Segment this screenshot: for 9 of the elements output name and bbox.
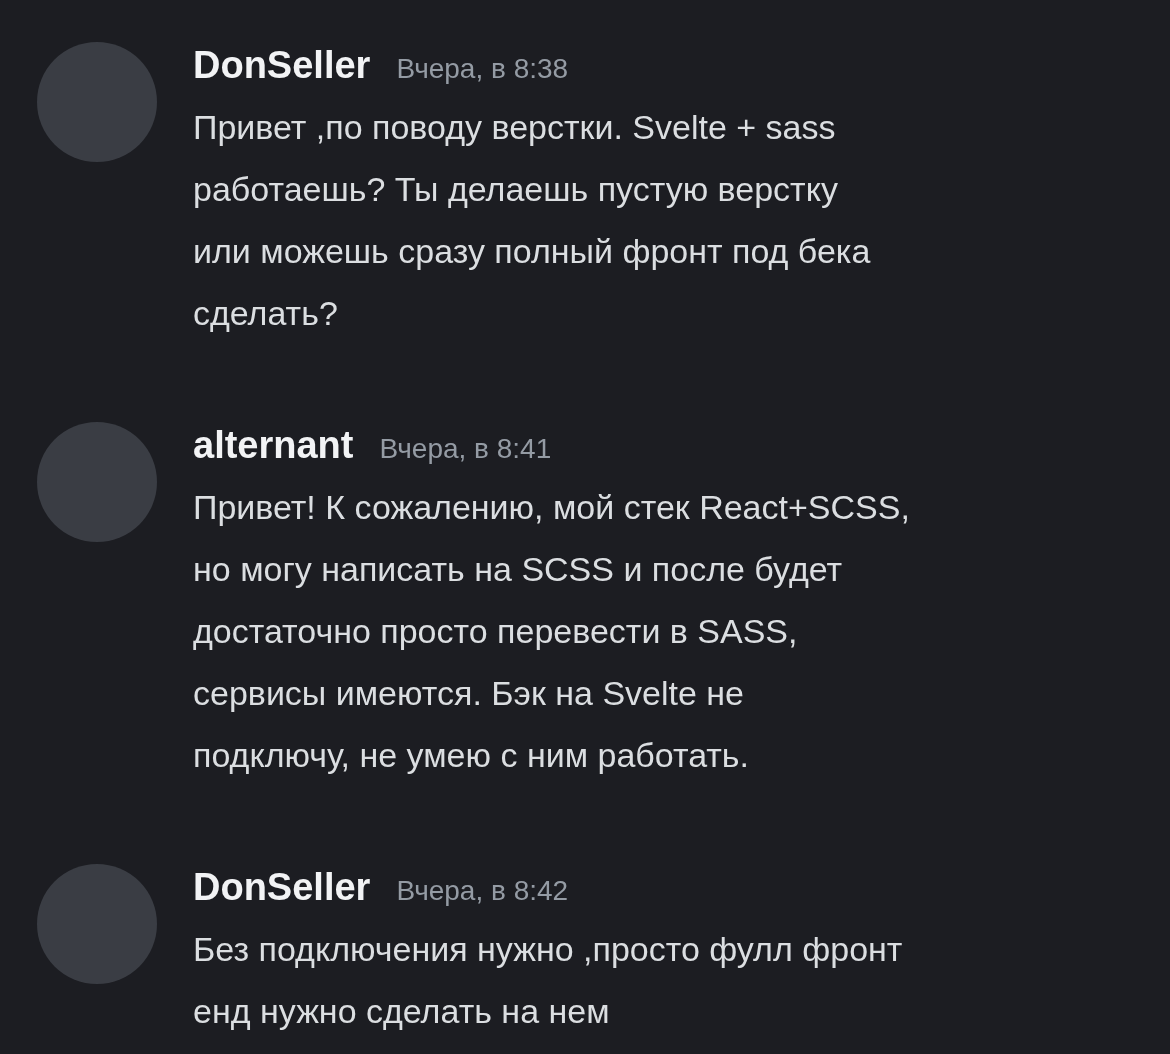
author-name[interactable]: alternant (193, 414, 354, 476)
message-text: Без подключения нужно ,просто фулл фронт енд нужно сделать на нем (193, 929, 903, 1032)
author-name[interactable]: DonSeller (193, 856, 371, 918)
timestamp: Вчера, в 8:42 (396, 874, 569, 908)
timestamp: Вчера, в 8:38 (396, 52, 569, 86)
timestamp: Вчера, в 8:41 (379, 432, 552, 466)
author-name[interactable]: DonSeller (193, 34, 371, 96)
message-text: Привет ,по поводу верстки. Svelte + sass работаешь? Ты делаешь пустую верстку или можешь сразу полный фронт под бека сделать? (193, 107, 871, 334)
message-text: Привет! К сожалению, мой стек React+SCSS, но могу написать на SCSS и после будет достаточно просто перевести в SASS, сервисы имеются. Бэк на Svelte не подключу, не умею с ним работать. (193, 487, 910, 776)
